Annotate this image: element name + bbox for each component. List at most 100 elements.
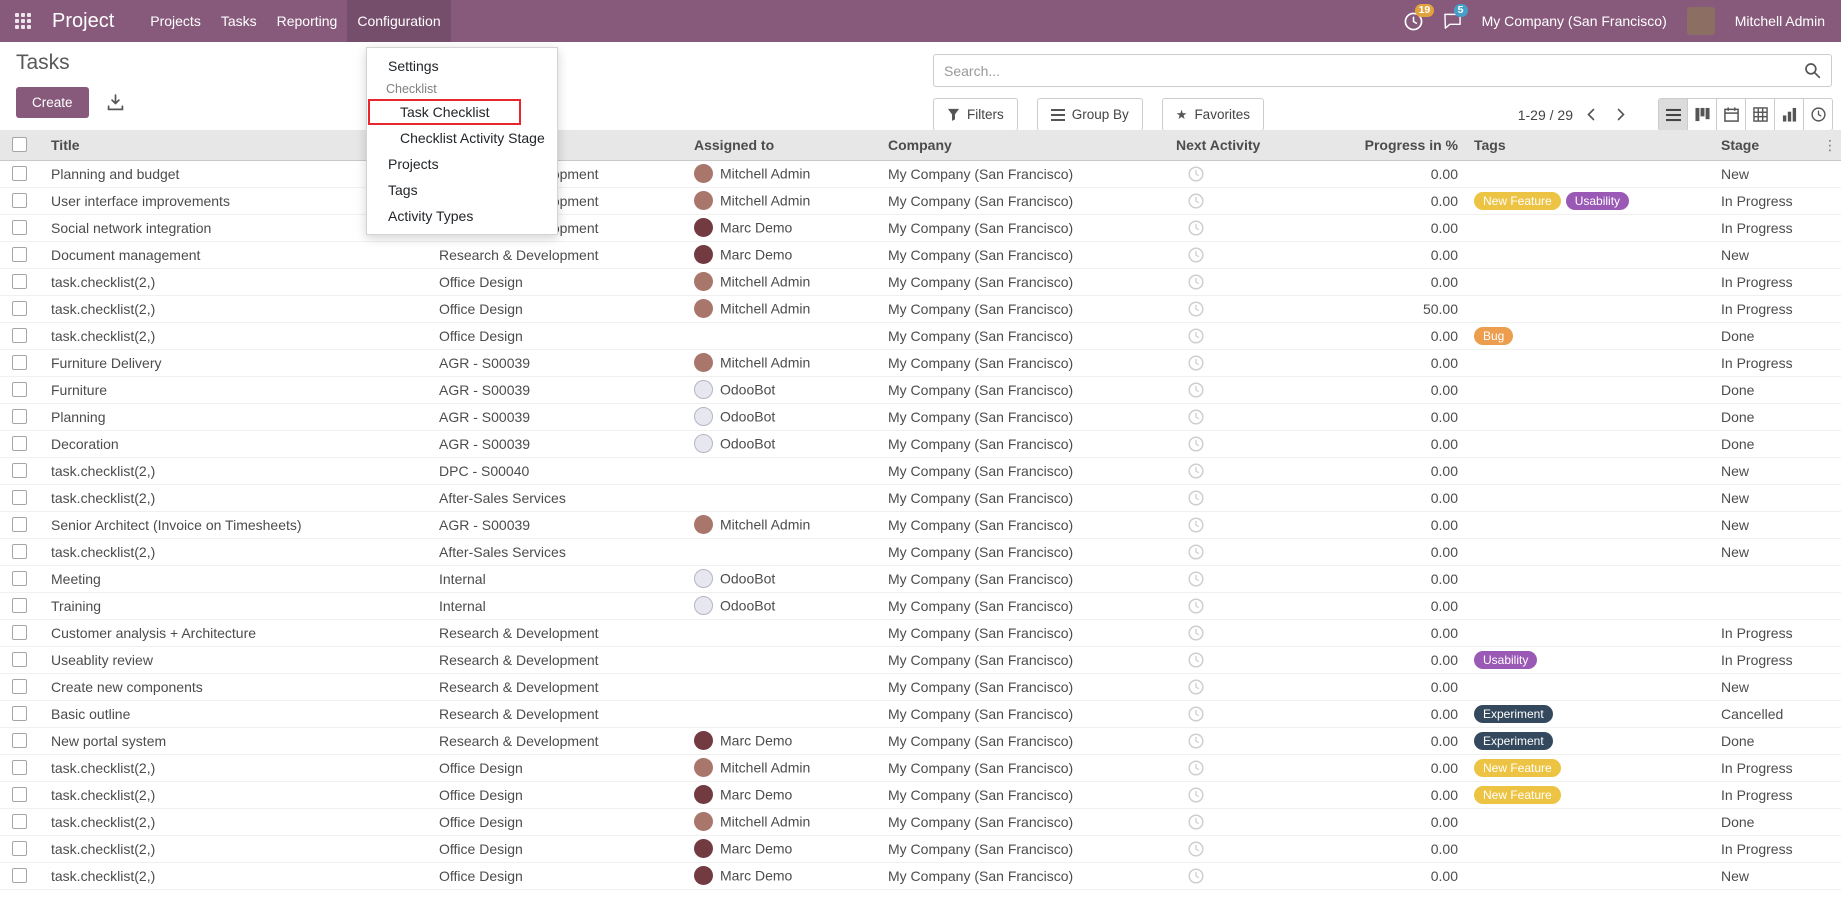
cell-project[interactable]: Office Design bbox=[433, 835, 688, 862]
view-activity-button[interactable] bbox=[1803, 98, 1833, 131]
column-header-company[interactable]: Company bbox=[882, 130, 1170, 160]
cell-company[interactable]: My Company (San Francisco) bbox=[882, 187, 1170, 214]
task-row[interactable]: Customer analysis + ArchitectureResearch… bbox=[0, 619, 1841, 646]
cell-company[interactable]: My Company (San Francisco) bbox=[882, 727, 1170, 754]
cell-company[interactable]: My Company (San Francisco) bbox=[882, 808, 1170, 835]
cell-project[interactable]: Office Design bbox=[433, 268, 688, 295]
row-checkbox[interactable] bbox=[12, 247, 27, 262]
task-row[interactable]: task.checklist(2,)Office DesignMy Compan… bbox=[0, 322, 1841, 349]
row-checkbox[interactable] bbox=[12, 490, 27, 505]
company-switcher[interactable]: My Company (San Francisco) bbox=[1482, 13, 1667, 29]
row-checkbox[interactable] bbox=[12, 301, 27, 316]
task-row[interactable]: task.checklist(2,)DPC - S00040My Company… bbox=[0, 457, 1841, 484]
task-row[interactable]: New portal systemResearch & DevelopmentM… bbox=[0, 727, 1841, 754]
user-menu[interactable]: Mitchell Admin bbox=[1735, 13, 1825, 29]
cell-next-activity[interactable] bbox=[1170, 295, 1317, 322]
row-checkbox[interactable] bbox=[12, 193, 27, 208]
task-row[interactable]: Basic outlineResearch & DevelopmentMy Co… bbox=[0, 700, 1841, 727]
cell-company[interactable]: My Company (San Francisco) bbox=[882, 700, 1170, 727]
messages-button[interactable]: 5 bbox=[1443, 12, 1462, 30]
cell-company[interactable]: My Company (San Francisco) bbox=[882, 457, 1170, 484]
pager-next-button[interactable] bbox=[1609, 104, 1633, 125]
cell-assignee[interactable] bbox=[688, 322, 882, 349]
cell-title[interactable]: task.checklist(2,) bbox=[45, 862, 433, 889]
row-checkbox[interactable] bbox=[12, 625, 27, 640]
cell-next-activity[interactable] bbox=[1170, 484, 1317, 511]
next-activity-clock-icon[interactable] bbox=[1188, 247, 1204, 263]
cell-company[interactable]: My Company (San Francisco) bbox=[882, 619, 1170, 646]
row-checkbox[interactable] bbox=[12, 733, 27, 748]
cell-next-activity[interactable] bbox=[1170, 511, 1317, 538]
cell-title[interactable]: task.checklist(2,) bbox=[45, 295, 433, 322]
cell-title[interactable]: Meeting bbox=[45, 565, 433, 592]
task-row[interactable]: Document managementResearch & Developmen… bbox=[0, 241, 1841, 268]
cell-project[interactable]: Internal bbox=[433, 592, 688, 619]
create-button[interactable]: Create bbox=[16, 87, 89, 118]
next-activity-clock-icon[interactable] bbox=[1188, 517, 1204, 533]
cell-assignee[interactable]: Mitchell Admin bbox=[688, 187, 882, 214]
next-activity-clock-icon[interactable] bbox=[1188, 598, 1204, 614]
menu-item-task-checklist[interactable]: Task Checklist bbox=[367, 99, 557, 125]
cell-next-activity[interactable] bbox=[1170, 781, 1317, 808]
cell-company[interactable]: My Company (San Francisco) bbox=[882, 754, 1170, 781]
cell-company[interactable]: My Company (San Francisco) bbox=[882, 673, 1170, 700]
cell-title[interactable]: task.checklist(2,) bbox=[45, 322, 433, 349]
column-header-next-activity[interactable]: Next Activity bbox=[1170, 130, 1317, 160]
topbar-menu-configuration[interactable]: Configuration bbox=[347, 0, 450, 42]
cell-company[interactable]: My Company (San Francisco) bbox=[882, 862, 1170, 889]
row-checkbox[interactable] bbox=[12, 517, 27, 532]
task-row[interactable]: task.checklist(2,)Office DesignMitchell … bbox=[0, 754, 1841, 781]
cell-company[interactable]: My Company (San Francisco) bbox=[882, 835, 1170, 862]
cell-assignee[interactable]: Marc Demo bbox=[688, 862, 882, 889]
cell-assignee[interactable]: Mitchell Admin bbox=[688, 754, 882, 781]
task-row[interactable]: Furniture DeliveryAGR - S00039Mitchell A… bbox=[0, 349, 1841, 376]
cell-assignee[interactable]: OdooBot bbox=[688, 376, 882, 403]
column-header-tags[interactable]: Tags bbox=[1468, 130, 1715, 160]
cell-assignee[interactable]: Mitchell Admin bbox=[688, 295, 882, 322]
row-checkbox[interactable] bbox=[12, 355, 27, 370]
cell-title[interactable]: task.checklist(2,) bbox=[45, 835, 433, 862]
activities-button[interactable]: 19 bbox=[1404, 12, 1423, 31]
cell-assignee[interactable]: Mitchell Admin bbox=[688, 349, 882, 376]
cell-company[interactable]: My Company (San Francisco) bbox=[882, 484, 1170, 511]
cell-project[interactable]: Research & Development bbox=[433, 241, 688, 268]
next-activity-clock-icon[interactable] bbox=[1188, 571, 1204, 587]
cell-assignee[interactable] bbox=[688, 484, 882, 511]
cell-title[interactable]: New portal system bbox=[45, 727, 433, 754]
next-activity-clock-icon[interactable] bbox=[1188, 436, 1204, 452]
row-checkbox[interactable] bbox=[12, 166, 27, 181]
cell-title[interactable]: Create new components bbox=[45, 673, 433, 700]
cell-project[interactable]: Office Design bbox=[433, 295, 688, 322]
cell-assignee[interactable]: Mitchell Admin bbox=[688, 268, 882, 295]
cell-title[interactable]: task.checklist(2,) bbox=[45, 457, 433, 484]
task-row[interactable]: Useablity reviewResearch & DevelopmentMy… bbox=[0, 646, 1841, 673]
cell-title[interactable]: Document management bbox=[45, 241, 433, 268]
row-checkbox[interactable] bbox=[12, 868, 27, 883]
cell-title[interactable]: Furniture bbox=[45, 376, 433, 403]
cell-next-activity[interactable] bbox=[1170, 376, 1317, 403]
cell-title[interactable]: Decoration bbox=[45, 430, 433, 457]
cell-next-activity[interactable] bbox=[1170, 538, 1317, 565]
row-checkbox[interactable] bbox=[12, 760, 27, 775]
user-avatar[interactable] bbox=[1687, 7, 1715, 35]
cell-next-activity[interactable] bbox=[1170, 268, 1317, 295]
next-activity-clock-icon[interactable] bbox=[1188, 220, 1204, 236]
row-checkbox[interactable] bbox=[12, 220, 27, 235]
task-row[interactable]: task.checklist(2,)After-Sales ServicesMy… bbox=[0, 484, 1841, 511]
filters-button[interactable]: Filters bbox=[933, 98, 1018, 131]
column-header-assigned-to[interactable]: Assigned to bbox=[688, 130, 882, 160]
task-row[interactable]: Social network integrationResearch & Dev… bbox=[0, 214, 1841, 241]
next-activity-clock-icon[interactable] bbox=[1188, 328, 1204, 344]
topbar-menu-reporting[interactable]: Reporting bbox=[267, 0, 348, 42]
menu-item-checklist-activity-stage[interactable]: Checklist Activity Stage bbox=[367, 125, 557, 151]
next-activity-clock-icon[interactable] bbox=[1188, 841, 1204, 857]
cell-next-activity[interactable] bbox=[1170, 700, 1317, 727]
cell-assignee[interactable]: Marc Demo bbox=[688, 727, 882, 754]
cell-assignee[interactable]: Marc Demo bbox=[688, 214, 882, 241]
task-row[interactable]: PlanningAGR - S00039OdooBotMy Company (S… bbox=[0, 403, 1841, 430]
next-activity-clock-icon[interactable] bbox=[1188, 679, 1204, 695]
group-by-button[interactable]: Group By bbox=[1037, 98, 1143, 131]
cell-title[interactable]: task.checklist(2,) bbox=[45, 781, 433, 808]
cell-company[interactable]: My Company (San Francisco) bbox=[882, 241, 1170, 268]
cell-assignee[interactable] bbox=[688, 619, 882, 646]
